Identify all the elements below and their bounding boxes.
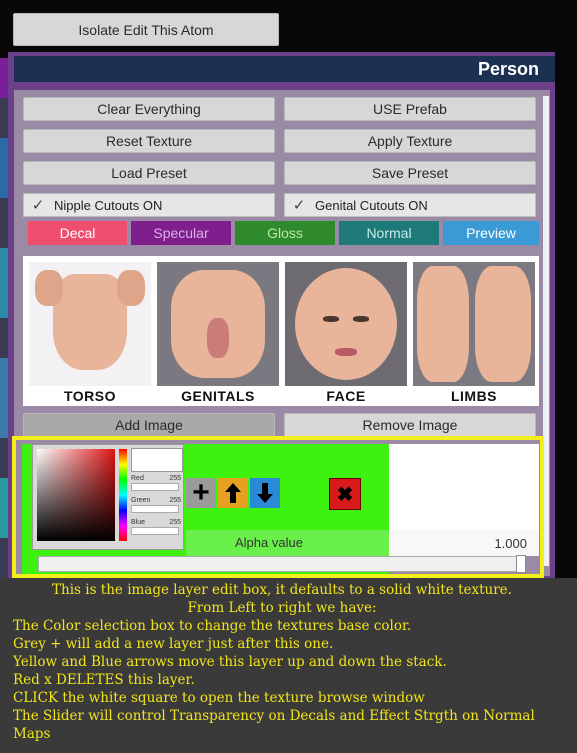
red-value: 255 <box>169 475 181 482</box>
add-image-button[interactable]: Add Image <box>23 413 275 437</box>
face-texture-thumbnail[interactable] <box>285 262 407 386</box>
alpha-slider-handle[interactable] <box>516 555 526 573</box>
blue-value: 255 <box>169 519 181 526</box>
move-layer-up-button[interactable] <box>218 478 248 508</box>
load-preset-button[interactable]: Load Preset <box>23 161 275 185</box>
tab-decal-label: Decal <box>59 225 96 241</box>
apply-texture-button[interactable]: Apply Texture <box>284 129 536 153</box>
arrow-down-icon <box>257 483 273 503</box>
face-label: FACE <box>326 388 366 404</box>
color-swatch <box>131 448 183 472</box>
delete-layer-button[interactable]: ✖ <box>329 478 361 510</box>
alpha-value: 1.000 <box>389 530 539 556</box>
use-prefab-button[interactable]: USE Prefab <box>284 97 536 121</box>
genital-cutouts-toggle[interactable]: ✓ Genital Cutouts ON <box>284 193 536 217</box>
green-label: Green <box>131 497 151 504</box>
color-picker[interactable]: Red 255 Green 255 Blue 255 <box>32 444 184 550</box>
tab-decal[interactable]: Decal <box>28 221 127 245</box>
note-line: This is the image layer edit box, it def… <box>52 582 512 598</box>
hue-slider[interactable] <box>119 449 127 541</box>
texture-browse-square[interactable] <box>389 444 539 531</box>
torso-texture-thumbnail[interactable] <box>29 262 151 386</box>
note-line: The Slider will control Transparency on … <box>13 708 535 724</box>
tab-specular[interactable]: Specular <box>131 221 231 245</box>
note-line: Grey + will add a new layer just after t… <box>13 636 334 652</box>
checkmark-icon: ✓ <box>31 197 45 214</box>
note-line: Maps <box>13 726 51 742</box>
blue-label: Blue <box>131 519 146 526</box>
panel-header: Person <box>14 56 555 82</box>
move-layer-down-button[interactable] <box>250 478 280 508</box>
genitals-texture-thumbnail[interactable] <box>157 262 279 386</box>
clear-everything-button[interactable]: Clear Everything <box>23 97 275 121</box>
tab-preview[interactable]: Preview <box>443 221 539 245</box>
add-layer-button[interactable]: + <box>186 478 216 508</box>
torso-label: TORSO <box>63 388 117 404</box>
texture-thumbnails: TORSO GENITALS FACE LIMBS <box>23 256 539 406</box>
tab-gloss[interactable]: Gloss <box>235 221 335 245</box>
isolate-edit-button[interactable]: Isolate Edit This Atom <box>13 13 279 46</box>
save-preset-button[interactable]: Save Preset <box>284 161 536 185</box>
green-channel[interactable]: Green 255 <box>131 497 181 513</box>
note-line: Yellow and Blue arrows move this layer u… <box>13 654 447 670</box>
tab-specular-label: Specular <box>153 225 209 241</box>
plus-icon: + <box>192 476 210 509</box>
blue-channel[interactable]: Blue 255 <box>131 519 181 535</box>
checkmark-icon: ✓ <box>292 197 306 214</box>
delete-x-icon: ✖ <box>336 483 354 506</box>
panel-title: Person <box>477 58 539 79</box>
tab-normal[interactable]: Normal <box>339 221 439 245</box>
note-line: CLICK the white square to open the textu… <box>13 690 425 706</box>
tab-preview-label: Preview <box>466 225 516 241</box>
genitals-label: GENITALS <box>181 388 255 404</box>
saturation-value-field[interactable] <box>37 449 115 541</box>
limbs-label: LIMBS <box>450 388 498 404</box>
red-label: Red <box>131 475 144 482</box>
nipple-cutouts-label: Nipple Cutouts ON <box>54 197 163 213</box>
remove-image-button[interactable]: Remove Image <box>284 413 536 437</box>
genital-cutouts-label: Genital Cutouts ON <box>315 197 428 213</box>
green-value: 255 <box>169 497 181 504</box>
reset-texture-button[interactable]: Reset Texture <box>23 129 275 153</box>
red-channel[interactable]: Red 255 <box>131 475 181 491</box>
nipple-cutouts-toggle[interactable]: ✓ Nipple Cutouts ON <box>23 193 275 217</box>
alpha-label: Alpha value <box>235 535 303 550</box>
annotation-notes: This is the image layer edit box, it def… <box>0 578 577 753</box>
arrow-up-icon <box>225 483 241 503</box>
note-line: From Left to right we have: <box>187 600 377 616</box>
left-edge-strip <box>0 58 8 578</box>
note-line: Red x DELETES this layer. <box>13 672 195 688</box>
tab-normal-label: Normal <box>366 225 412 241</box>
limbs-texture-thumbnail[interactable] <box>413 262 535 386</box>
alpha-slider[interactable] <box>38 556 526 572</box>
note-line: The Color selection box to change the te… <box>13 618 412 634</box>
tab-gloss-label: Gloss <box>267 225 303 241</box>
